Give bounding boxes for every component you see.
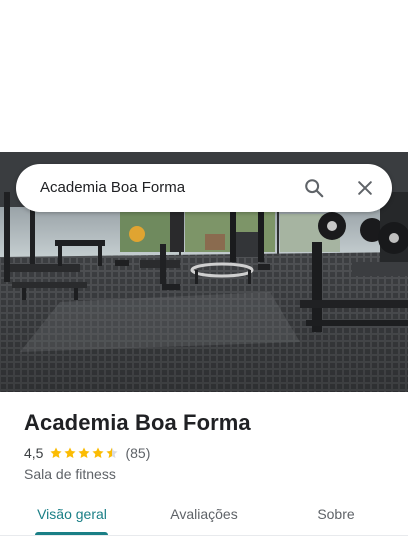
search-query-text[interactable]: Academia Boa Forma xyxy=(40,164,185,212)
star-icon xyxy=(78,447,91,458)
place-tabs: Visão geral Avaliações Sobre xyxy=(0,500,408,544)
close-icon xyxy=(358,181,372,195)
clear-search-button[interactable] xyxy=(349,172,381,204)
tab-about[interactable]: Sobre xyxy=(296,500,376,540)
tab-reviews[interactable]: Avaliações xyxy=(152,500,256,540)
review-count[interactable]: (85) xyxy=(125,445,150,461)
star-icon xyxy=(92,447,105,458)
place-info-panel: Academia Boa Forma 4,5 (85) Sala de fitn… xyxy=(0,392,408,544)
search-icon xyxy=(305,179,324,198)
blank-map-area xyxy=(0,0,408,152)
place-title: Academia Boa Forma xyxy=(24,410,251,435)
star-icon xyxy=(50,447,63,458)
rating-row[interactable]: 4,5 (85) xyxy=(24,444,150,462)
tabs-divider xyxy=(0,535,408,536)
search-button[interactable] xyxy=(298,172,330,204)
star-rating xyxy=(49,446,119,460)
search-bar[interactable]: Academia Boa Forma xyxy=(16,164,392,212)
place-category[interactable]: Sala de fitness xyxy=(24,466,116,482)
rating-value: 4,5 xyxy=(24,445,44,461)
star-icon xyxy=(106,447,119,458)
star-icon xyxy=(64,447,77,458)
